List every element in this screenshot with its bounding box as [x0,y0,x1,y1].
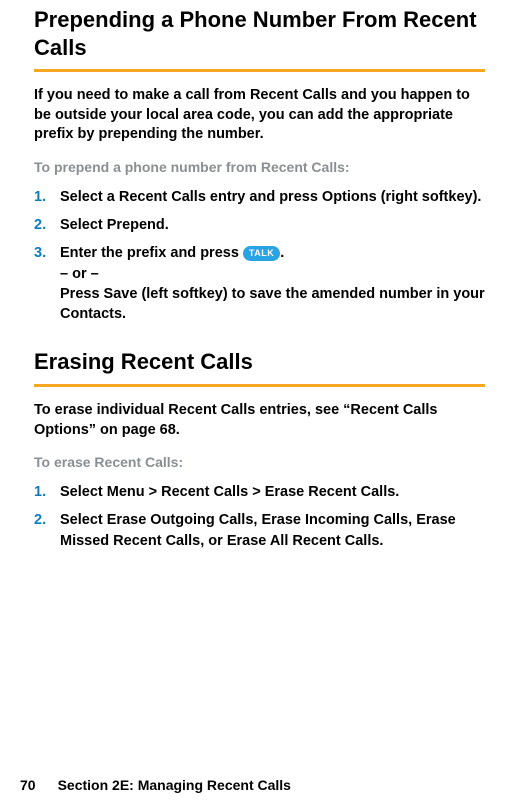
steps-erase: 1. Select Menu > Recent Calls > Erase Re… [34,482,485,551]
step-text: Select [60,484,107,500]
section-label: Section 2E: Managing Recent Calls [58,777,291,793]
step-number: 1. [34,187,46,207]
step-3: 3. Enter the prefix and press TALK. – or… [60,243,485,324]
step-text: . [280,245,284,261]
talk-key-icon: TALK [243,246,280,261]
step-bold: Options [322,189,377,205]
step-text: , or [200,533,227,549]
steps-prepend: 1. Select a Recent Calls entry and press… [34,187,485,325]
step-text: (right softkey). [377,189,482,205]
step-text: Select [60,217,107,233]
step-2: 2. Select Prepend. [60,215,485,235]
heading-prepend: Prepending a Phone Number From Recent Ca… [34,6,485,61]
intro-erase: To erase individual Recent Calls entries… [34,401,485,440]
step-number: 2. [34,215,46,235]
step-bold: Erase Recent Calls [265,484,396,500]
step-text: . [395,484,399,500]
step-bold: Erase Outgoing Calls [107,512,254,528]
step-number: 1. [34,482,46,502]
step-text: . [379,533,383,549]
step-bold: Recent Calls [161,484,248,500]
step-1: 1. Select a Recent Calls entry and press… [60,187,485,207]
breadcrumb-sep: > [145,484,162,500]
heading-rule [34,69,485,72]
lead-prepend: To prepend a phone number from Recent Ca… [34,159,485,175]
breadcrumb-sep: > [248,484,265,500]
step-number: 3. [34,243,46,263]
lead-erase: To erase Recent Calls: [34,454,485,470]
step-or: – or – [60,266,99,282]
step-text: Press [60,286,104,302]
step-text: Enter the prefix and press [60,245,243,261]
intro-prepend: If you need to make a call from Recent C… [34,86,485,145]
step-2: 2. Select Erase Outgoing Calls, Erase In… [60,510,485,551]
step-number: 2. [34,510,46,530]
step-text: . [165,217,169,233]
page-number: 70 [20,777,36,793]
step-text: Select [60,512,107,528]
step-text: Select a Recent Calls entry and press [60,189,322,205]
step-text: , [408,512,416,528]
step-1: 1. Select Menu > Recent Calls > Erase Re… [60,482,485,502]
step-bold: Save [104,286,138,302]
step-bold: Prepend [107,217,165,233]
heading-rule [34,384,485,387]
step-bold: Erase Incoming Calls [261,512,408,528]
page-footer: 70 Section 2E: Managing Recent Calls [0,777,291,793]
heading-erase: Erasing Recent Calls [34,348,485,376]
step-bold: Menu [107,484,145,500]
step-bold: Erase All Recent Calls [227,533,380,549]
